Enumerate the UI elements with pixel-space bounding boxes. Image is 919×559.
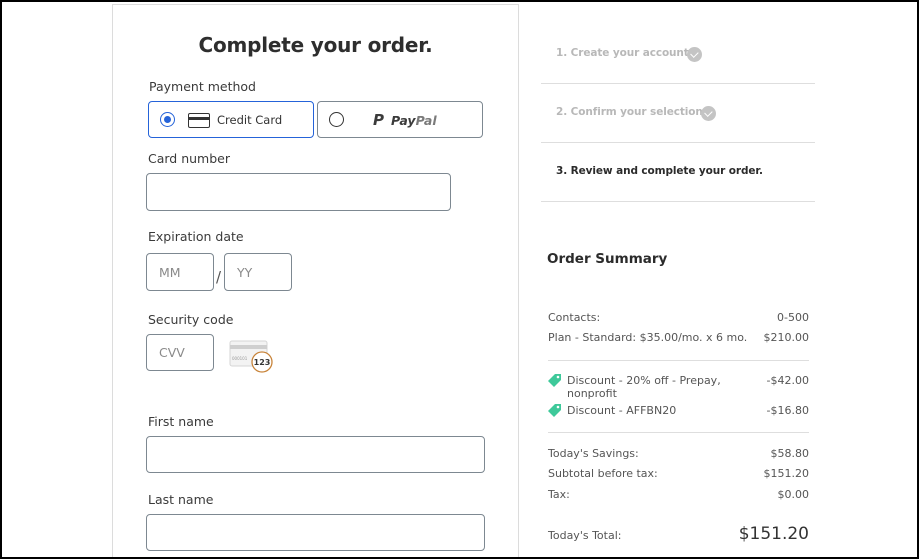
step-confirm-selection: 2. Confirm your selection. <box>541 84 815 143</box>
step-label: 2. Confirm your selection. <box>556 106 707 118</box>
summary-tax: Tax: $0.00 <box>548 488 809 501</box>
step-create-account: 1. Create your account. <box>541 25 815 84</box>
expiration-month-input[interactable] <box>146 253 214 291</box>
discount-value: -$16.80 <box>766 404 809 417</box>
discount-label-wrap: Discount - 20% off - Prepay, nonprofit <box>548 374 767 400</box>
grand-total-value: $151.20 <box>738 524 809 544</box>
summary-subtotal: Subtotal before tax: $151.20 <box>548 467 809 480</box>
last-name-label: Last name <box>148 492 214 507</box>
summary-total-value: $58.80 <box>770 447 810 460</box>
security-code-label: Security code <box>148 312 234 327</box>
card-number-input[interactable] <box>146 173 451 211</box>
summary-total-label: Tax: <box>548 488 570 501</box>
summary-line-value: 0-500 <box>777 311 809 324</box>
check-circle-icon <box>701 106 716 121</box>
summary-line-label: Contacts: <box>548 311 601 324</box>
payment-form-card: Complete your order. Payment method Cred… <box>112 4 519 559</box>
last-name-input[interactable] <box>146 514 485 551</box>
step-review-order: 3. Review and complete your order. <box>541 143 815 202</box>
payment-option-credit-card[interactable]: Credit Card <box>148 101 314 138</box>
step-label: 3. Review and complete your order. <box>556 165 763 177</box>
discount-label: Discount - AFFBN20 <box>567 404 677 417</box>
summary-total-value: $151.20 <box>763 467 810 480</box>
summary-total-savings: Today's Savings: $58.80 <box>548 447 809 460</box>
page-title: Complete your order. <box>198 33 433 57</box>
discount-label: Discount - 20% off - Prepay, nonprofit <box>567 374 721 400</box>
discount-value: -$42.00 <box>766 374 809 387</box>
grand-total-label: Today's Total: <box>548 529 622 542</box>
payment-method-label: Payment method <box>149 79 256 94</box>
step-label: 1. Create your account. <box>556 47 693 59</box>
summary-divider <box>548 432 809 433</box>
checkout-steps: 1. Create your account. 2. Confirm your … <box>541 25 815 202</box>
cvv-input[interactable] <box>146 334 214 371</box>
order-summary-title: Order Summary <box>547 251 668 267</box>
summary-total-value: $0.00 <box>777 488 810 501</box>
credit-card-label: Credit Card <box>217 113 283 127</box>
first-name-label: First name <box>148 414 214 429</box>
discount-line: Discount - 20% off - Prepay, nonprofit -… <box>548 374 809 400</box>
summary-line-plan: Plan - Standard: $35.00/mo. x 6 mo. $210… <box>548 331 809 344</box>
summary-total-label: Subtotal before tax: <box>548 467 658 480</box>
cvv-hint-digits: 000101 <box>232 356 248 361</box>
check-circle-icon <box>687 47 702 62</box>
paypal-radio[interactable] <box>329 112 344 127</box>
paypal-icon: P <box>373 111 384 129</box>
card-cvv-icon: 000101 123 <box>229 340 273 373</box>
credit-card-radio[interactable] <box>160 112 175 127</box>
first-name-input[interactable] <box>146 436 485 473</box>
expiration-date-label: Expiration date <box>148 229 244 244</box>
payment-option-paypal[interactable]: P PayPal <box>317 101 483 138</box>
summary-divider <box>548 360 809 361</box>
expiration-separator: / <box>216 268 222 286</box>
cvv-hint-number: 123 <box>254 358 271 367</box>
paypal-label: PayPal <box>391 113 437 128</box>
grand-total-row: Today's Total: $151.20 <box>548 524 809 544</box>
summary-line-contacts: Contacts: 0-500 <box>548 311 809 324</box>
card-number-label: Card number <box>148 151 231 166</box>
summary-line-label: Plan - Standard: $35.00/mo. x 6 mo. <box>548 331 748 344</box>
tag-icon <box>548 404 561 417</box>
tag-icon <box>548 374 561 387</box>
summary-total-label: Today's Savings: <box>548 447 639 460</box>
discount-line: Discount - AFFBN20 -$16.80 <box>548 404 809 417</box>
expiration-year-input[interactable] <box>224 253 292 291</box>
discount-label-wrap: Discount - AFFBN20 <box>548 404 676 417</box>
credit-card-icon <box>188 113 210 128</box>
paypal-label-pal: Pal <box>415 113 437 128</box>
paypal-label-pay: Pay <box>391 113 416 128</box>
summary-line-value: $210.00 <box>763 331 810 344</box>
